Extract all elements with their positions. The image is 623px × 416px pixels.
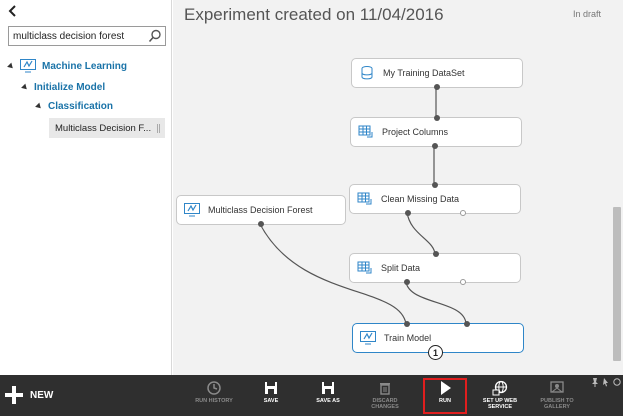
- plus-icon: [5, 386, 23, 404]
- publish-label-line2: GALLERY: [543, 404, 571, 410]
- run-button[interactable]: RUN: [423, 378, 467, 414]
- output-port[interactable]: [258, 221, 264, 227]
- module-label: Multiclass Decision Forest: [208, 205, 313, 215]
- machine-learning-icon: [20, 59, 36, 73]
- corner-tools: [591, 377, 621, 387]
- tree-label: Initialize Model: [34, 82, 106, 93]
- gallery-icon: [550, 381, 564, 393]
- module-label: Project Columns: [382, 127, 449, 137]
- module-grid-icon: [357, 261, 372, 274]
- save-as-button[interactable]: SAVE AS: [302, 380, 354, 412]
- web-service-icon: [492, 380, 508, 396]
- web-service-label: SET UP WEB SERVICE: [483, 398, 517, 410]
- save-button[interactable]: SAVE: [245, 380, 297, 412]
- trash-icon: [380, 383, 390, 395]
- module-split-data[interactable]: Split Data: [349, 251, 521, 285]
- new-button[interactable]: NEW: [4, 385, 53, 405]
- module-palette: Machine Learning Initialize Model Classi…: [0, 0, 172, 375]
- module-project-columns[interactable]: Project Columns: [350, 115, 522, 149]
- search-input[interactable]: [13, 29, 143, 43]
- model-icon: [184, 203, 200, 217]
- save-as-icon: [322, 382, 334, 394]
- dataset-icon: [361, 66, 373, 80]
- save-as-label: SAVE AS: [316, 398, 340, 404]
- search-icon[interactable]: [148, 29, 162, 43]
- run-label: RUN: [439, 398, 451, 404]
- save-label: SAVE: [263, 398, 279, 404]
- set-up-web-service-button[interactable]: SET UP WEB SERVICE: [474, 380, 526, 412]
- discard-changes-label: DISCARD CHANGES: [371, 398, 399, 410]
- expand-triangle-icon[interactable]: [7, 62, 15, 70]
- module-label: My Training DataSet: [383, 68, 465, 78]
- output-port-unused[interactable]: [460, 210, 466, 216]
- drag-handle-icon[interactable]: [157, 124, 160, 133]
- tree-label: Multiclass Decision F...: [55, 122, 152, 134]
- module-clean-missing-data[interactable]: Clean Missing Data: [349, 182, 521, 216]
- model-icon: [360, 331, 376, 345]
- publish-to-gallery-button[interactable]: PUBLISH TO GALLERY: [531, 380, 583, 412]
- input-port[interactable]: [464, 321, 470, 327]
- input-port[interactable]: [432, 182, 438, 188]
- input-port[interactable]: [404, 321, 410, 327]
- module-my-training-dataset[interactable]: My Training DataSet: [351, 58, 523, 90]
- output-port[interactable]: [405, 210, 411, 216]
- module-grid-icon: [358, 125, 373, 138]
- tree-item-classification[interactable]: Classification: [35, 101, 114, 112]
- module-grid-icon: [357, 192, 372, 205]
- tree-item-initialize-model[interactable]: Initialize Model: [21, 82, 106, 93]
- draft-status: In draft: [572, 9, 601, 19]
- input-port[interactable]: [433, 251, 439, 257]
- expand-triangle-icon[interactable]: [35, 102, 43, 111]
- output-port[interactable]: [404, 279, 410, 285]
- run-history-button[interactable]: RUN HISTORY: [188, 380, 240, 412]
- tree-label: Classification: [48, 101, 114, 112]
- module-label: Train Model: [384, 333, 432, 343]
- output-port-unused[interactable]: [460, 279, 466, 285]
- output-port[interactable]: [434, 84, 440, 90]
- publish-label: PUBLISH TO GALLERY: [540, 398, 573, 410]
- run-history-label: RUN HISTORY: [195, 398, 233, 404]
- tree-item-multiclass-decision-forest[interactable]: Multiclass Decision F...: [49, 118, 165, 138]
- pointer-icon[interactable]: [602, 377, 610, 387]
- tree-item-machine-learning[interactable]: Machine Learning: [7, 59, 128, 73]
- scrollbar-thumb[interactable]: [613, 207, 621, 361]
- web-service-label-line2: SERVICE: [487, 404, 513, 410]
- globe-icon[interactable]: [613, 377, 621, 387]
- experiment-title[interactable]: Experiment created on 11/04/2016: [184, 5, 444, 25]
- output-port[interactable]: [432, 143, 438, 149]
- save-icon: [265, 382, 277, 394]
- search-field[interactable]: [8, 26, 166, 46]
- module-multiclass-decision-forest[interactable]: Multiclass Decision Forest: [176, 195, 346, 227]
- discard-changes-button[interactable]: DISCARD CHANGES: [359, 380, 411, 412]
- pin-icon[interactable]: [591, 377, 599, 387]
- module-label: Split Data: [381, 263, 421, 273]
- tree-label: Machine Learning: [42, 60, 128, 72]
- new-label: NEW: [30, 389, 54, 401]
- command-bar: NEW RUN HISTORY SAVE SAVE AS DISCARD CHA…: [0, 375, 623, 416]
- output-count-badge[interactable]: 1: [428, 345, 443, 360]
- input-port[interactable]: [434, 115, 440, 121]
- chevron-left-icon[interactable]: [6, 4, 20, 18]
- clock-icon: [207, 381, 221, 395]
- expand-triangle-icon[interactable]: [21, 83, 29, 92]
- play-icon: [441, 381, 451, 395]
- module-label: Clean Missing Data: [381, 194, 460, 204]
